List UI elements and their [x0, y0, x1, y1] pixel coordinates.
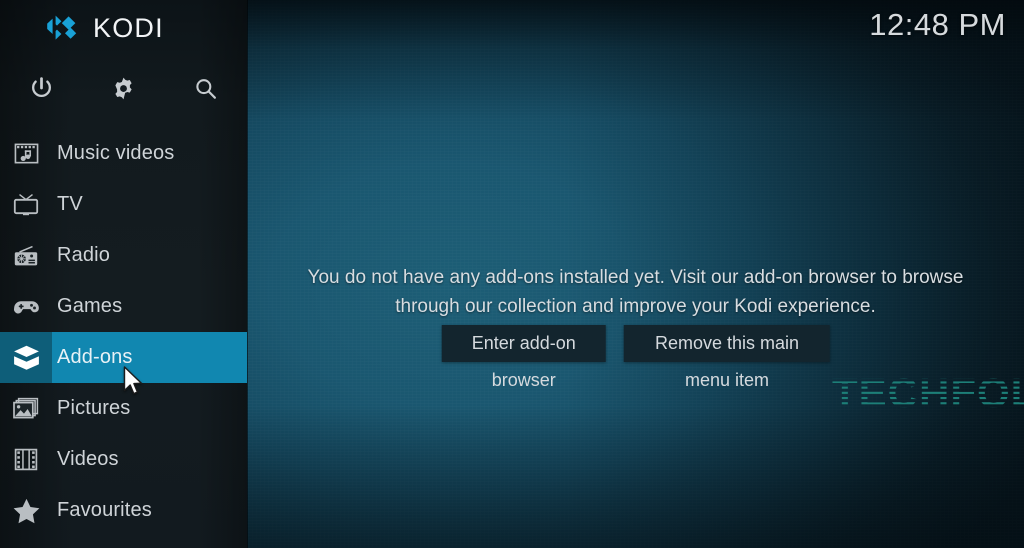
radio-icon-wrap	[0, 230, 52, 281]
sidebar-item-label: Radio	[57, 244, 111, 266]
gear-icon	[115, 77, 132, 99]
search-button[interactable]	[165, 64, 247, 112]
techfollows-watermark: TECHFOLLOWS	[832, 371, 1024, 415]
sidebar-item-tv[interactable]: TV	[0, 179, 247, 230]
settings-button[interactable]	[82, 64, 164, 112]
sidebar-item-label: Pictures	[57, 397, 131, 419]
music-video-icon-wrap	[0, 128, 52, 179]
sidebar: KODI Music videos TV Radio Games Add-ons…	[0, 0, 247, 548]
power-button[interactable]	[0, 64, 82, 112]
sidebar-item-radio-labelwrap: Radio	[52, 230, 247, 281]
clock: 12:48 PM	[869, 7, 1006, 42]
sidebar-item-videos-labelwrap: Videos	[52, 434, 247, 485]
kodi-window: You do not have any add-ons installed ye…	[0, 0, 1024, 548]
sidebar-item-radio[interactable]: Radio	[0, 230, 247, 281]
sidebar-item-music-videos-labelwrap: Music videos	[52, 128, 247, 179]
app-title: KODI	[93, 13, 164, 43]
sidebar-item-add-ons[interactable]: Add-ons	[0, 332, 247, 383]
sidebar-item-favourites[interactable]: Favourites	[0, 485, 247, 536]
app-logo: KODI	[45, 11, 164, 45]
kodi-logo-icon	[47, 15, 77, 40]
sidebar-item-games[interactable]: Games	[0, 281, 247, 332]
enter-addon-browser-button[interactable]: Enter add-on browser	[441, 325, 607, 390]
addons-box-icon-wrap	[0, 332, 52, 383]
star-icon	[13, 498, 39, 523]
film-strip-icon-wrap	[0, 434, 52, 485]
sidebar-item-pictures-labelwrap: Pictures	[52, 383, 247, 434]
sidebar-toolbar	[0, 64, 247, 112]
sidebar-item-label: Games	[57, 295, 123, 317]
sidebar-item-music-videos[interactable]: Music videos	[0, 128, 247, 179]
sidebar-item-tv-labelwrap: TV	[52, 179, 247, 230]
tv-icon	[13, 193, 39, 215]
radio-icon	[14, 245, 38, 265]
power-icon	[31, 76, 51, 97]
sidebar-item-favourites-labelwrap: Favourites	[52, 485, 247, 536]
empty-state-actions: Enter add-on browser Remove this main me…	[441, 325, 830, 390]
svg-text:TECHFOLLOWS: TECHFOLLOWS	[832, 371, 1024, 415]
addons-box-icon	[13, 345, 39, 370]
sidebar-item-pictures[interactable]: Pictures	[0, 383, 247, 434]
gamepad-icon	[13, 300, 39, 313]
main-menu: Music videos TV Radio Games Add-ons Pict…	[0, 128, 247, 536]
gamepad-icon-wrap	[0, 281, 52, 332]
main-content: You do not have any add-ons installed ye…	[247, 0, 1024, 548]
sidebar-item-label: Favourites	[57, 499, 152, 521]
music-video-icon	[14, 143, 38, 163]
tv-icon-wrap	[0, 179, 52, 230]
sidebar-item-label: Music videos	[57, 142, 175, 164]
sidebar-item-label: Videos	[57, 448, 119, 470]
sidebar-item-videos[interactable]: Videos	[0, 434, 247, 485]
sidebar-item-add-ons-labelwrap: Add-ons	[52, 332, 247, 383]
sidebar-item-label: Add-ons	[57, 346, 133, 368]
sidebar-item-games-labelwrap: Games	[52, 281, 247, 332]
pictures-icon-wrap	[0, 383, 52, 434]
film-strip-icon	[14, 448, 38, 471]
star-icon-wrap	[0, 485, 52, 536]
search-icon	[196, 78, 217, 99]
remove-main-menu-item-button[interactable]: Remove this main menu item	[624, 325, 830, 390]
sidebar-item-label: TV	[57, 193, 83, 215]
empty-state-message: You do not have any add-ons installed ye…	[307, 267, 964, 317]
pictures-icon	[13, 397, 39, 419]
